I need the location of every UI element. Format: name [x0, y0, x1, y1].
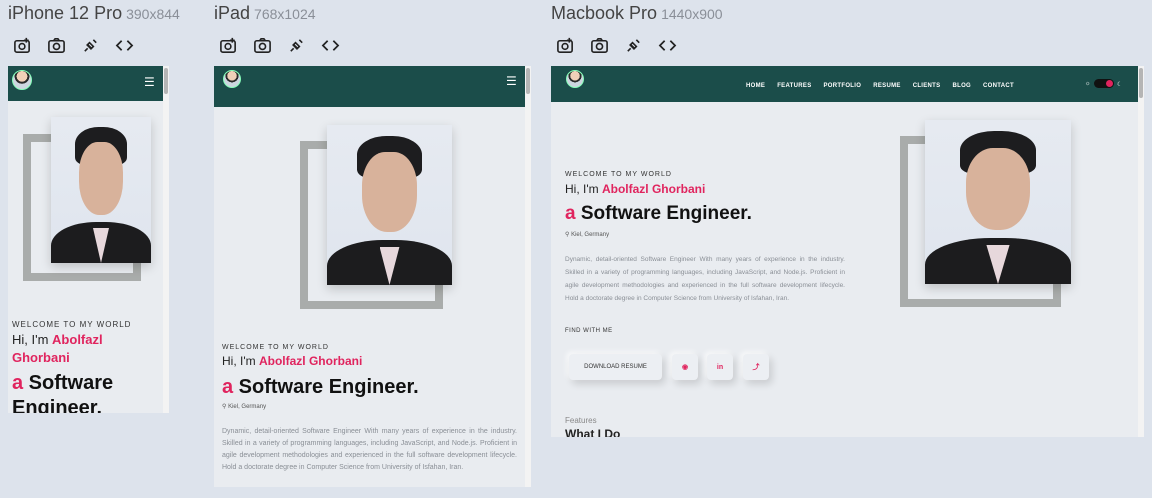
site-navbar: ☰ [8, 66, 163, 101]
menu-resume[interactable]: RESUME [873, 83, 900, 89]
what-i-do-heading: What I Do [565, 427, 621, 437]
device-size: 768x1024 [254, 6, 316, 22]
profile-photo [925, 120, 1071, 284]
site-navbar: ☰ [214, 66, 525, 107]
device-macbook: Macbook Pro 1440x900 [551, 0, 951, 62]
intro-name: Abolfazl Ghorbani [601, 182, 706, 196]
device-iphone: iPhone 12 Pro 390x844 [8, 0, 198, 62]
intro-name-line1: Abolfazl [52, 332, 103, 347]
linkedin-button[interactable]: in [707, 354, 733, 380]
device-header: Macbook Pro 1440x900 [551, 0, 951, 28]
menu-features[interactable]: FEATURES [777, 83, 811, 89]
role-line1: Software [23, 372, 114, 394]
avatar[interactable] [12, 70, 32, 90]
camera-icon[interactable] [589, 35, 609, 55]
device-size: 390x844 [126, 6, 180, 22]
role-letter: a [12, 372, 24, 394]
macbook-viewport[interactable]: HOME FEATURES PORTFOLIO RESUME CLIENTS B… [551, 66, 1144, 437]
menu-blog[interactable]: BLOG [952, 83, 971, 89]
location: ⚲ Kiel, Germany [222, 403, 266, 410]
intro-line: Hi, I'm Abolfazl Ghorbani [565, 182, 705, 196]
camera-settings-icon[interactable] [218, 35, 238, 55]
find-with-me-label: FIND WITH ME [565, 328, 613, 334]
role-heading: a Software Engineer. [12, 371, 113, 413]
welcome-text: WELCOME TO MY WORLD [12, 320, 132, 329]
code-icon[interactable] [114, 35, 134, 55]
profile-photo [51, 117, 151, 263]
camera-icon[interactable] [46, 35, 66, 55]
features-label: Features [565, 416, 597, 425]
device-header: iPad 768x1024 [214, 0, 544, 28]
device-name: Macbook Pro [551, 3, 658, 23]
avatar[interactable] [566, 70, 584, 88]
link-button[interactable]: ⤴ [743, 354, 769, 380]
intro-prefix: Hi, I'm [565, 182, 602, 196]
profile-photo [327, 125, 452, 285]
device-toolbar [214, 28, 544, 62]
device-size: 1440x900 [661, 6, 723, 22]
intro-prefix: Hi, I'm [222, 354, 259, 368]
menu-portfolio[interactable]: PORTFOLIO [824, 83, 862, 89]
link-icon: ⤴ [752, 364, 760, 371]
menu-home[interactable]: HOME [746, 83, 765, 89]
intro-line: Hi, I'm Abolfazl Ghorbani [222, 354, 362, 368]
device-toolbar [8, 28, 198, 62]
role-text: Software Engineer. [233, 376, 419, 398]
sun-icon: ☼ [1085, 81, 1091, 87]
hamburger-menu-icon[interactable]: ☰ [144, 76, 155, 88]
device-name: iPad [214, 3, 251, 23]
github-button[interactable]: ◉ [672, 354, 698, 380]
plug-icon[interactable] [623, 35, 643, 55]
linkedin-icon: in [716, 363, 724, 371]
ipad-viewport[interactable]: ☰ WELCOME TO MY WORLD Hi, I'm Abolfazl G… [214, 66, 531, 487]
location-pin-icon: ⚲ [565, 232, 570, 238]
intro-name: Abolfazl Ghorbani [258, 354, 363, 368]
scrollbar[interactable] [1138, 66, 1144, 437]
description: Dynamic, detail-oriented Software Engine… [565, 256, 845, 302]
device-header: iPhone 12 Pro 390x844 [8, 0, 198, 28]
role-letter: a [565, 203, 576, 224]
device-ipad: iPad 768x1024 [214, 0, 544, 62]
description: Dynamic, detail-oriented Software Engine… [222, 428, 517, 471]
iphone-viewport[interactable]: ☰ WELCOME TO MY WORLD Hi, I'm Abolfazl Gh… [8, 66, 169, 413]
device-toolbar [551, 28, 951, 62]
scrollbar[interactable] [163, 66, 169, 413]
menu-contact[interactable]: CONTACT [983, 83, 1014, 89]
location-pin-icon: ⚲ [222, 404, 227, 410]
plug-icon[interactable] [80, 35, 100, 55]
intro-prefix: Hi, I'm [12, 332, 53, 347]
role-text: Software Engineer. [575, 203, 752, 224]
intro-line: Hi, I'm Abolfazl Ghorbani [12, 331, 103, 367]
github-icon: ◉ [681, 364, 689, 371]
site-navbar: HOME FEATURES PORTFOLIO RESUME CLIENTS B… [551, 66, 1138, 102]
plug-icon[interactable] [286, 35, 306, 55]
role-heading: a Software Engineer. [565, 203, 752, 225]
intro-name-line2: Ghorbani [12, 350, 70, 365]
camera-settings-icon[interactable] [12, 35, 32, 55]
menu-clients[interactable]: CLIENTS [913, 83, 941, 89]
welcome-text: WELCOME TO MY WORLD [222, 344, 329, 351]
code-icon[interactable] [320, 35, 340, 55]
role-letter: a [222, 376, 234, 398]
device-name: iPhone 12 Pro [8, 3, 123, 23]
main-menu: HOME FEATURES PORTFOLIO RESUME CLIENTS B… [746, 83, 1014, 89]
scrollbar[interactable] [525, 66, 531, 487]
role-line2: Engineer. [12, 397, 103, 413]
role-heading: a Software Engineer. [222, 376, 419, 399]
camera-icon[interactable] [252, 35, 272, 55]
location-text: Kiel, Germany [571, 232, 610, 238]
location: ⚲ Kiel, Germany [565, 231, 609, 238]
camera-settings-icon[interactable] [555, 35, 575, 55]
moon-icon: ☾ [1117, 82, 1123, 88]
avatar[interactable] [223, 70, 241, 88]
location-text: Kiel, Germany [228, 404, 267, 410]
theme-toggle[interactable] [1094, 79, 1114, 88]
hamburger-menu-icon[interactable]: ☰ [506, 75, 517, 87]
code-icon[interactable] [657, 35, 677, 55]
welcome-text: WELCOME TO MY WORLD [565, 171, 672, 178]
download-resume-button[interactable]: DOWNLOAD RESUME [569, 354, 662, 380]
